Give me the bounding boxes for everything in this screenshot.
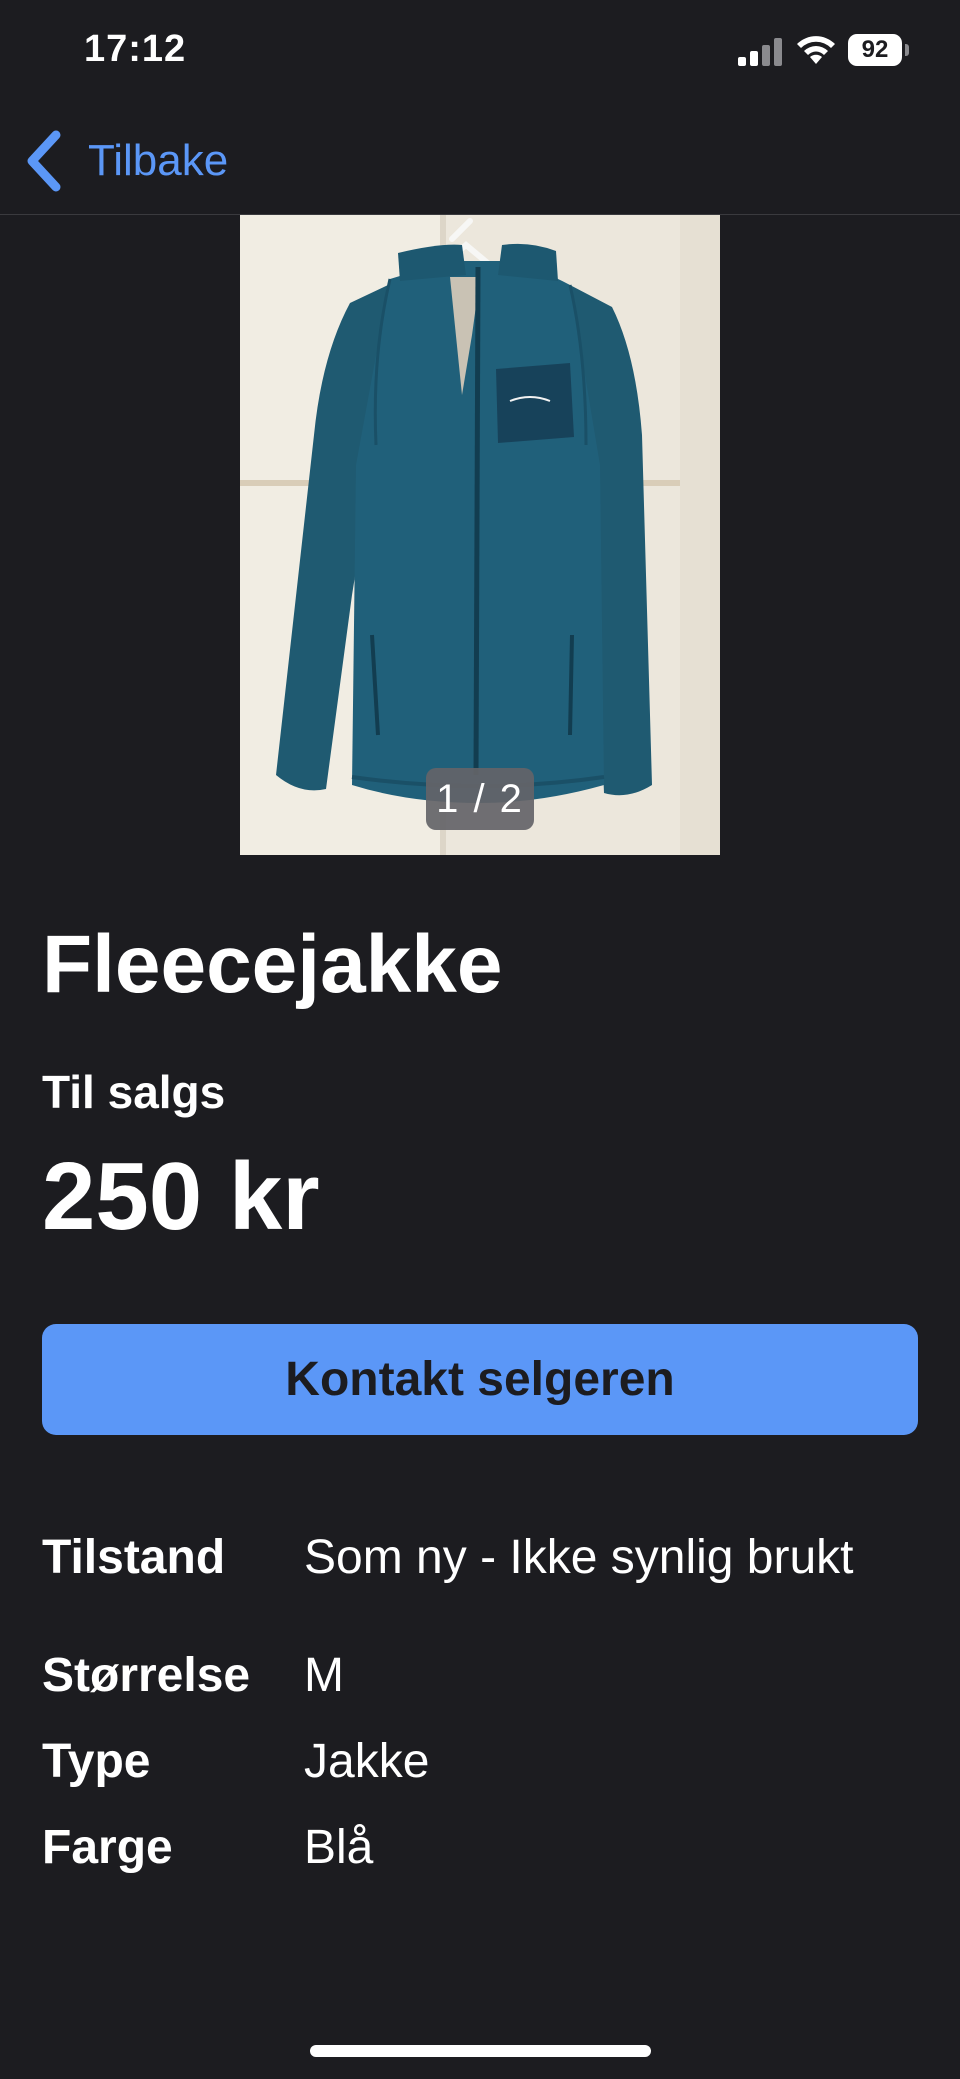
attribute-label: Type (42, 1735, 151, 1788)
back-button[interactable]: Tilbake (22, 124, 228, 198)
battery-level: 92 (848, 34, 902, 66)
attribute-value: Som ny - Ikke synlig brukt (304, 1531, 854, 1584)
jacket-photo (240, 215, 720, 855)
image-carousel[interactable]: 1 / 2 (240, 215, 720, 855)
page-indicator: 1 / 2 (426, 768, 534, 830)
listing-price: 250 kr (42, 1143, 320, 1250)
cellular-signal-icon (738, 38, 782, 66)
attribute-value: Jakke (304, 1735, 430, 1788)
wifi-icon (797, 36, 835, 64)
attribute-row-color: Farge Blå (42, 1820, 922, 1880)
attribute-label: Farge (42, 1821, 173, 1874)
attribute-value: Blå (304, 1821, 374, 1874)
listing-title: Fleecejakke (42, 919, 503, 1010)
home-indicator[interactable] (310, 2045, 651, 2057)
navigation-bar: Tilbake (0, 110, 960, 215)
status-time: 17:12 (84, 28, 187, 70)
chevron-left-icon (27, 130, 61, 192)
attribute-row-type: Type Jakke (42, 1734, 922, 1794)
attribute-label: Tilstand (42, 1531, 226, 1584)
attribute-value: M (304, 1649, 344, 1702)
back-label: Tilbake (88, 136, 229, 185)
listing-status: Til salgs (42, 1066, 226, 1118)
battery-icon: 92 (848, 34, 910, 66)
contact-seller-button[interactable]: Kontakt selgeren (42, 1324, 918, 1435)
attribute-row-size: Størrelse M (42, 1648, 922, 1708)
attribute-label: Størrelse (42, 1649, 251, 1702)
battery-tip (905, 44, 909, 56)
status-bar: 17:12 92 (0, 0, 960, 110)
attribute-row-condition: Tilstand Som ny - Ikke synlig brukt (42, 1530, 922, 1590)
